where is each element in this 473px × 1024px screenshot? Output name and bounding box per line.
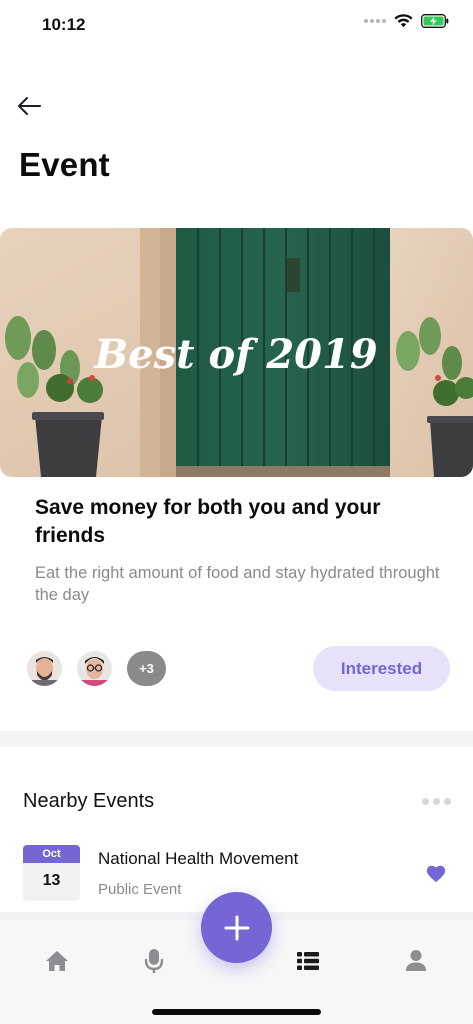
event-row-title: National Health Movement [98,849,299,868]
date-day: 13 [42,872,61,889]
event-description: Eat the right amount of food and stay hy… [35,564,440,604]
tab-home[interactable] [44,948,70,974]
signal-dots-icon [364,19,386,23]
event-hero-image[interactable]: Best of 2019 [0,228,473,477]
back-button[interactable] [14,92,44,120]
tab-microphone[interactable] [141,948,167,974]
date-badge: Oct 13 [23,845,80,901]
nearby-events-heading: Nearby Events [23,790,155,812]
home-icon [46,951,68,971]
date-month: Oct [23,845,80,863]
microphone-icon [144,949,164,973]
battery-charging-icon [421,14,449,28]
event-title: Save money for both you and your friends [35,496,381,547]
event-row-subtitle: Public Event [98,881,182,898]
list-icon [297,952,319,970]
attendee-list: +3 [27,651,166,686]
arrow-left-icon [18,97,41,115]
tab-profile[interactable] [403,948,429,974]
hero-caption: Best of 2019 [93,331,377,378]
avatar[interactable] [27,651,62,686]
tab-list[interactable] [295,948,321,974]
wifi-icon [394,14,413,28]
avatar[interactable] [77,651,112,686]
more-dots-icon[interactable] [420,796,453,807]
user-icon [406,950,426,971]
status-icons [364,14,449,28]
section-divider [0,731,473,747]
add-event-button[interactable] [201,892,272,963]
heart-icon[interactable] [425,863,447,885]
more-attendees-badge[interactable]: +3 [127,651,166,686]
page-title: Event [19,146,110,183]
home-indicator [152,1009,321,1015]
plus-icon [224,915,249,940]
status-bar: 10:12 [0,0,473,50]
interested-button[interactable]: Interested [313,646,450,691]
status-time: 10:12 [42,15,86,34]
